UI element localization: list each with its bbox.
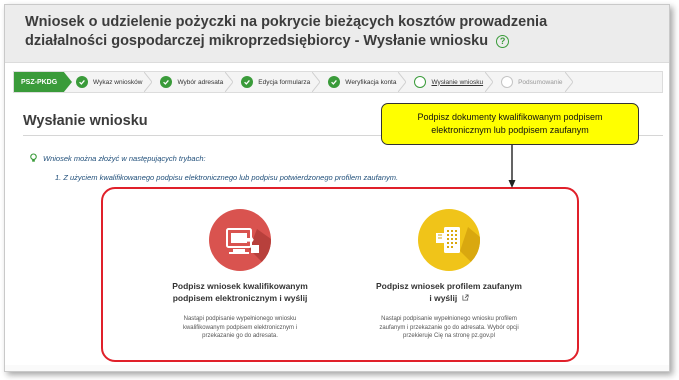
option-title-line: podpisem elektronicznym i wyślij xyxy=(172,293,308,303)
external-link-icon xyxy=(462,294,469,301)
step-label: Edycja formularza xyxy=(258,78,311,86)
step-wyslanie-wniosku[interactable]: Wysłanie wniosku xyxy=(410,72,483,92)
help-icon[interactable]: ? xyxy=(496,35,510,48)
chevron-right-icon xyxy=(312,72,321,92)
step-code-badge: PSZ-PKDG xyxy=(14,72,72,92)
mode-text: 1. Z użyciem kwalifikowanego podpisu ele… xyxy=(55,173,399,182)
bottom-edge xyxy=(5,365,669,371)
step-label: Wybór adresata xyxy=(177,78,224,86)
check-icon xyxy=(328,76,341,88)
option-title-line: Podpisz wniosek profilem zaufanym xyxy=(376,281,522,291)
computer-signature-icon[interactable] xyxy=(209,209,271,271)
option-title-line: i wyślij xyxy=(429,293,458,303)
page-header: Wniosek o udzielenie pożyczki na pokryci… xyxy=(5,5,669,63)
page-title: Wniosek o udzielenie pożyczki na pokryci… xyxy=(25,13,585,51)
option-description: Nastąpi podpisanie wypełnionego wniosku … xyxy=(379,316,519,339)
step-label: Wykaz wniosków xyxy=(93,78,143,86)
trusted-profile-icon[interactable] xyxy=(418,209,480,271)
step-wybor-adresata[interactable]: Wybór adresata xyxy=(156,72,223,92)
info-line: Wniosek można złożyć w następujących try… xyxy=(29,153,206,163)
info-text: Wniosek można złożyć w następujących try… xyxy=(43,153,206,163)
check-icon xyxy=(160,76,173,88)
page-title-text: Wniosek o udzielenie pożyczki na pokryci… xyxy=(25,14,548,49)
option-title[interactable]: Podpisz wniosek kwalifikowanym podpisem … xyxy=(140,280,340,304)
chevron-right-icon xyxy=(144,72,153,92)
instruction-callout: Podpisz dokumenty kwalifikowanym podpise… xyxy=(381,103,639,145)
step-podsumowanie: Podsumowanie xyxy=(497,72,563,92)
chevron-right-icon xyxy=(564,72,573,92)
check-icon xyxy=(241,76,254,88)
option-qualified-signature[interactable]: Podpisz wniosek kwalifikowanym podpisem … xyxy=(140,209,340,341)
step-weryfikacja-konta[interactable]: Weryfikacja konta xyxy=(324,72,396,92)
option-trusted-profile[interactable]: Podpisz wniosek profilem zaufanym i wyśl… xyxy=(349,209,549,341)
chevron-right-icon xyxy=(225,72,234,92)
step-edycja-formularza[interactable]: Edycja formularza xyxy=(237,72,310,92)
lightbulb-icon xyxy=(30,153,37,162)
arrow-down-icon xyxy=(508,145,516,188)
section-title: Wysłanie wniosku xyxy=(23,113,148,129)
option-description: Nastąpi podpisanie wypełnionego wniosku … xyxy=(182,316,298,339)
step-label: Wysłanie wniosku xyxy=(431,78,484,86)
option-title-line: Podpisz wniosek kwalifikowanym xyxy=(172,281,308,291)
progress-steps: PSZ-PKDG Wykaz wniosków Wybór adresata E… xyxy=(13,71,663,93)
step-label: Podsumowanie xyxy=(518,78,563,86)
step-label: Weryfikacja konta xyxy=(345,78,397,86)
current-step-circle-icon xyxy=(414,76,427,88)
step-wykaz-wnioskow[interactable]: Wykaz wniosków xyxy=(72,72,142,92)
option-title[interactable]: Podpisz wniosek profilem zaufanym i wyśl… xyxy=(349,280,549,304)
chevron-right-icon xyxy=(485,72,494,92)
chevron-right-icon xyxy=(398,72,407,92)
check-icon xyxy=(76,76,88,88)
screenshot-frame: Wniosek o udzielenie pożyczki na pokryci… xyxy=(4,4,670,372)
inactive-step-circle-icon xyxy=(501,76,514,88)
